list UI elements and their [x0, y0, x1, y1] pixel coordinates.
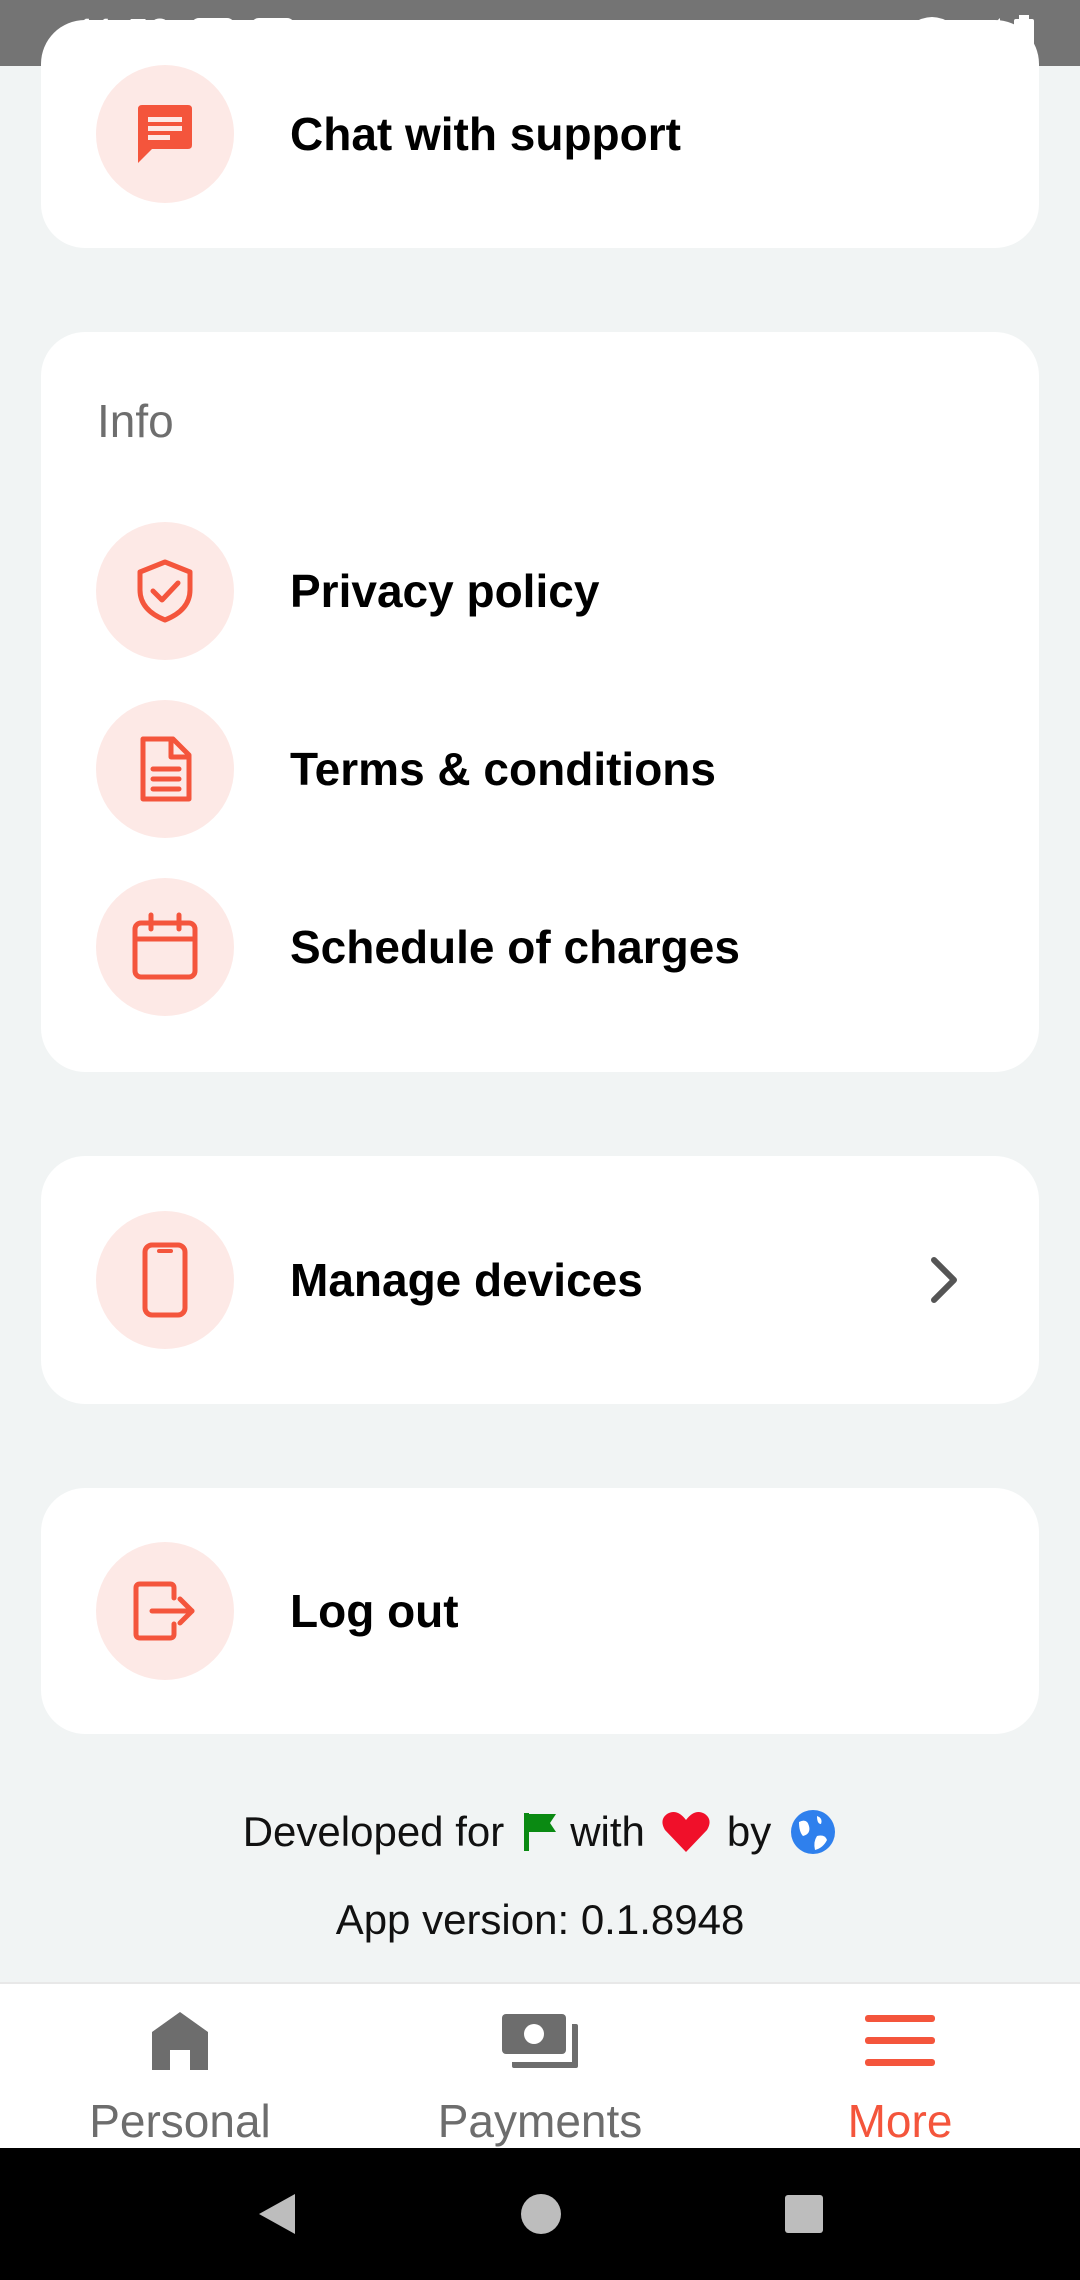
nav-more[interactable]: More	[720, 1984, 1080, 2148]
document-icon	[96, 700, 234, 838]
nav-payments[interactable]: Payments	[360, 1984, 720, 2148]
calendar-icon	[96, 878, 234, 1016]
menu-icon	[865, 2015, 935, 2066]
info-card: Info Privacy policy Terms & conditions S…	[41, 332, 1039, 1072]
schedule-charges-row[interactable]: Schedule of charges	[96, 878, 984, 1016]
app-version: App version: 0.1.8948	[335, 1896, 745, 1943]
privacy-policy-row[interactable]: Privacy policy	[96, 522, 984, 660]
logout-label: Log out	[290, 1585, 459, 1637]
system-navigation-bar	[0, 2148, 1080, 2280]
home-icon	[152, 2012, 208, 2070]
chevron-right-icon	[931, 1257, 957, 1303]
terms-conditions-row[interactable]: Terms & conditions	[96, 700, 984, 838]
phone-icon	[96, 1211, 234, 1349]
logout-row[interactable]: Log out	[96, 1542, 984, 1680]
manage-devices-row[interactable]: Manage devices	[96, 1211, 984, 1349]
home-circle-icon[interactable]	[519, 2192, 563, 2236]
payments-icon	[502, 2014, 578, 2068]
heart-icon	[662, 1812, 710, 1852]
chat-icon	[96, 65, 234, 203]
developed-prefix: Developed for	[242, 1808, 505, 1855]
nav-more-label: More	[847, 2095, 953, 2147]
terms-conditions-label: Terms & conditions	[290, 743, 716, 795]
support-card: Chat with support	[41, 20, 1039, 248]
nav-personal-label: Personal	[89, 2095, 271, 2147]
schedule-charges-label: Schedule of charges	[290, 921, 740, 973]
chat-support-label: Chat with support	[290, 108, 681, 160]
nav-payments-label: Payments	[437, 2095, 643, 2147]
developed-line: Developed for with by	[0, 1808, 1080, 1856]
manage-devices-label: Manage devices	[290, 1254, 643, 1306]
privacy-policy-label: Privacy policy	[290, 565, 600, 617]
back-icon[interactable]	[255, 2190, 299, 2238]
info-section-title: Info	[97, 395, 174, 447]
with-text: with	[570, 1808, 645, 1855]
bottom-navigation: Personal Payments More	[0, 1982, 1080, 2148]
recents-icon[interactable]	[783, 2193, 825, 2235]
devices-card: Manage devices	[41, 1156, 1039, 1404]
globe-icon[interactable]	[789, 1808, 837, 1856]
logout-icon	[96, 1542, 234, 1680]
shield-check-icon	[96, 522, 234, 660]
by-text: by	[726, 1808, 772, 1855]
logout-card: Log out	[41, 1488, 1039, 1734]
chat-support-row[interactable]: Chat with support	[96, 65, 984, 203]
flag-icon	[524, 1813, 557, 1851]
nav-personal[interactable]: Personal	[0, 1984, 360, 2148]
